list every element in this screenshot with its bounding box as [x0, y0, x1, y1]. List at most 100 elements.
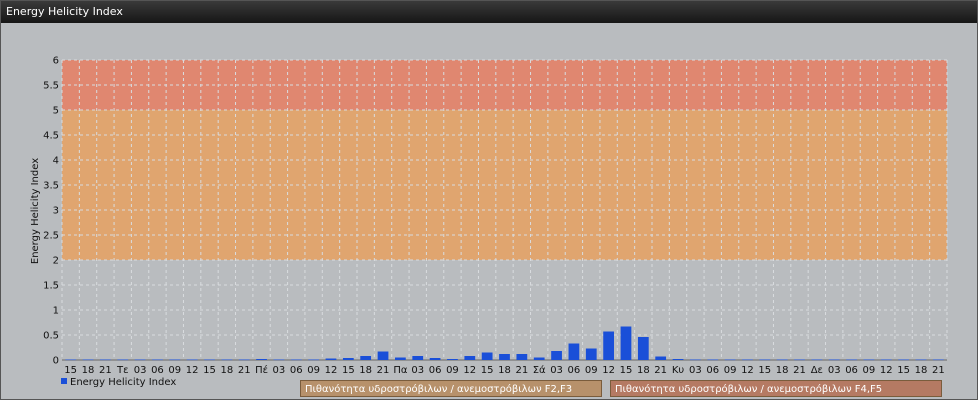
bar-47: [880, 359, 892, 361]
y-axis-ticks: 0 0.5 1 1.5 2 2.5 3 3.5 4 4.5 5 5.5 6: [43, 56, 59, 367]
x-tick-label-16: 15: [342, 365, 355, 376]
bar-13: [290, 359, 302, 361]
bar-18: [377, 351, 389, 360]
x-tick-label-7: 12: [186, 365, 199, 376]
bar-0: [65, 359, 77, 361]
bar-29: [568, 343, 580, 360]
x-tick-label-23: 12: [463, 365, 476, 376]
y-tick-label-0: 0: [53, 356, 59, 367]
y-tick-label-4: 2: [53, 256, 59, 267]
legend-label: Energy Helicity Index: [70, 377, 177, 388]
x-tick-label-34: 21: [654, 365, 667, 376]
x-tick-label-40: 15: [758, 365, 771, 376]
bar-35: [672, 359, 684, 360]
bar-46: [863, 359, 875, 361]
x-tick-label-1: 18: [82, 365, 95, 376]
bar-11: [256, 359, 267, 360]
x-tick-label-9: 18: [220, 365, 233, 376]
x-tick-label-20: 03: [411, 365, 424, 376]
bar-10: [238, 359, 250, 361]
x-tick-label-39: 12: [741, 365, 754, 376]
x-tick-label-10: 21: [238, 365, 251, 376]
bar-43: [811, 359, 823, 361]
x-tick-label-32: 15: [620, 365, 633, 376]
bar-39: [742, 359, 753, 361]
x-tick-label-22: 09: [446, 365, 459, 376]
x-tick-label-12: 03: [273, 365, 286, 376]
legend-swatch: [61, 378, 67, 384]
chart-svg: 0 0.5 1 1.5 2 2.5 3 3.5 4 4.5 5 5.5 6 15 18 21 Τε 03 06 09…: [30, 56, 948, 376]
x-tick-label-6: 09: [168, 365, 181, 376]
x-tick-label-24: 15: [481, 365, 494, 376]
band-label-f2-f3: Πιθανότητα υδροστρόβιλων / ανεμοστρόβιλω…: [300, 380, 602, 397]
bar-36: [690, 359, 701, 361]
bar-8: [204, 359, 215, 361]
x-tick-label-50: 21: [932, 365, 945, 376]
y-tick-label-8: 4: [53, 156, 59, 167]
bar-14: [308, 359, 319, 361]
x-tick-label-45: 06: [845, 365, 858, 376]
x-tick-label-27: Σά: [533, 364, 546, 376]
x-tick-label-31: 12: [602, 365, 615, 376]
bar-17: [360, 356, 372, 360]
x-tick-label-3: Τε: [116, 365, 129, 376]
bar-38: [724, 359, 736, 361]
x-tick-label-44: 03: [828, 365, 841, 376]
bar-15: [325, 358, 337, 360]
bar-45: [846, 359, 857, 361]
x-tick-label-14: 09: [307, 365, 320, 376]
y-tick-label-12: 6: [53, 56, 59, 67]
bar-37: [707, 359, 719, 361]
bar-16: [342, 358, 354, 360]
legend-item[interactable]: Energy Helicity Index: [61, 377, 176, 389]
bars: [65, 326, 944, 361]
bar-41: [776, 359, 788, 361]
x-tick-label-42: 21: [793, 365, 806, 376]
bar-5: [152, 359, 163, 361]
x-tick-label-47: 12: [880, 365, 893, 376]
y-tick-label-7: 3.5: [43, 181, 59, 192]
bar-1: [82, 359, 94, 361]
bar-7: [186, 359, 198, 361]
bar-32: [620, 326, 632, 360]
x-tick-label-18: 21: [377, 365, 390, 376]
bar-6: [169, 359, 181, 361]
x-axis-ticks: 15 18 21 Τε 03 06 09 12 15 18 21 Πέ 03 06 09 12 15 18 21 Πα…: [64, 364, 944, 376]
y-tick-label-1: 0.5: [43, 331, 59, 342]
bar-31: [603, 331, 614, 360]
y-tick-label-5: 2.5: [43, 231, 59, 242]
x-tick-label-11: Πέ: [255, 364, 268, 376]
x-tick-label-26: 21: [515, 365, 528, 376]
x-tick-label-5: 06: [151, 365, 164, 376]
chart-window: Energy Helicity Index 0 0.5 1 1.5 2 2.5 3 3.5 4 4…: [0, 0, 978, 400]
x-tick-label-41: 18: [776, 365, 789, 376]
x-tick-label-48: 15: [897, 365, 910, 376]
bar-44: [828, 359, 840, 361]
y-tick-label-11: 5.5: [43, 81, 59, 92]
x-tick-label-13: 06: [290, 365, 303, 376]
x-tick-label-29: 06: [568, 365, 581, 376]
bar-42: [794, 359, 805, 361]
x-tick-label-25: 18: [498, 365, 511, 376]
x-tick-label-35: Κυ: [672, 365, 685, 376]
bar-25: [499, 354, 510, 360]
bar-12: [273, 359, 285, 361]
band-label-f4-f5: Πιθανότητα υδροστρόβιλων / ανεμοστρόβιλω…: [610, 380, 942, 397]
x-tick-label-4: 03: [134, 365, 147, 376]
bar-34: [655, 356, 667, 360]
y-axis-label: Energy Helicity Index: [30, 158, 41, 264]
x-tick-label-43: Δε: [811, 365, 823, 376]
bar-3: [117, 359, 129, 361]
bar-21: [429, 358, 441, 360]
y-tick-label-10: 5: [53, 106, 59, 117]
x-tick-label-37: 06: [706, 365, 719, 376]
y-tick-label-2: 1: [53, 306, 59, 317]
x-tick-label-36: 03: [689, 365, 702, 376]
bar-22: [447, 359, 458, 360]
x-tick-label-30: 09: [585, 365, 598, 376]
bar-26: [516, 354, 528, 360]
bar-28: [551, 351, 562, 360]
bar-20: [412, 356, 424, 360]
x-tick-label-46: 09: [863, 365, 876, 376]
bar-30: [585, 348, 597, 360]
